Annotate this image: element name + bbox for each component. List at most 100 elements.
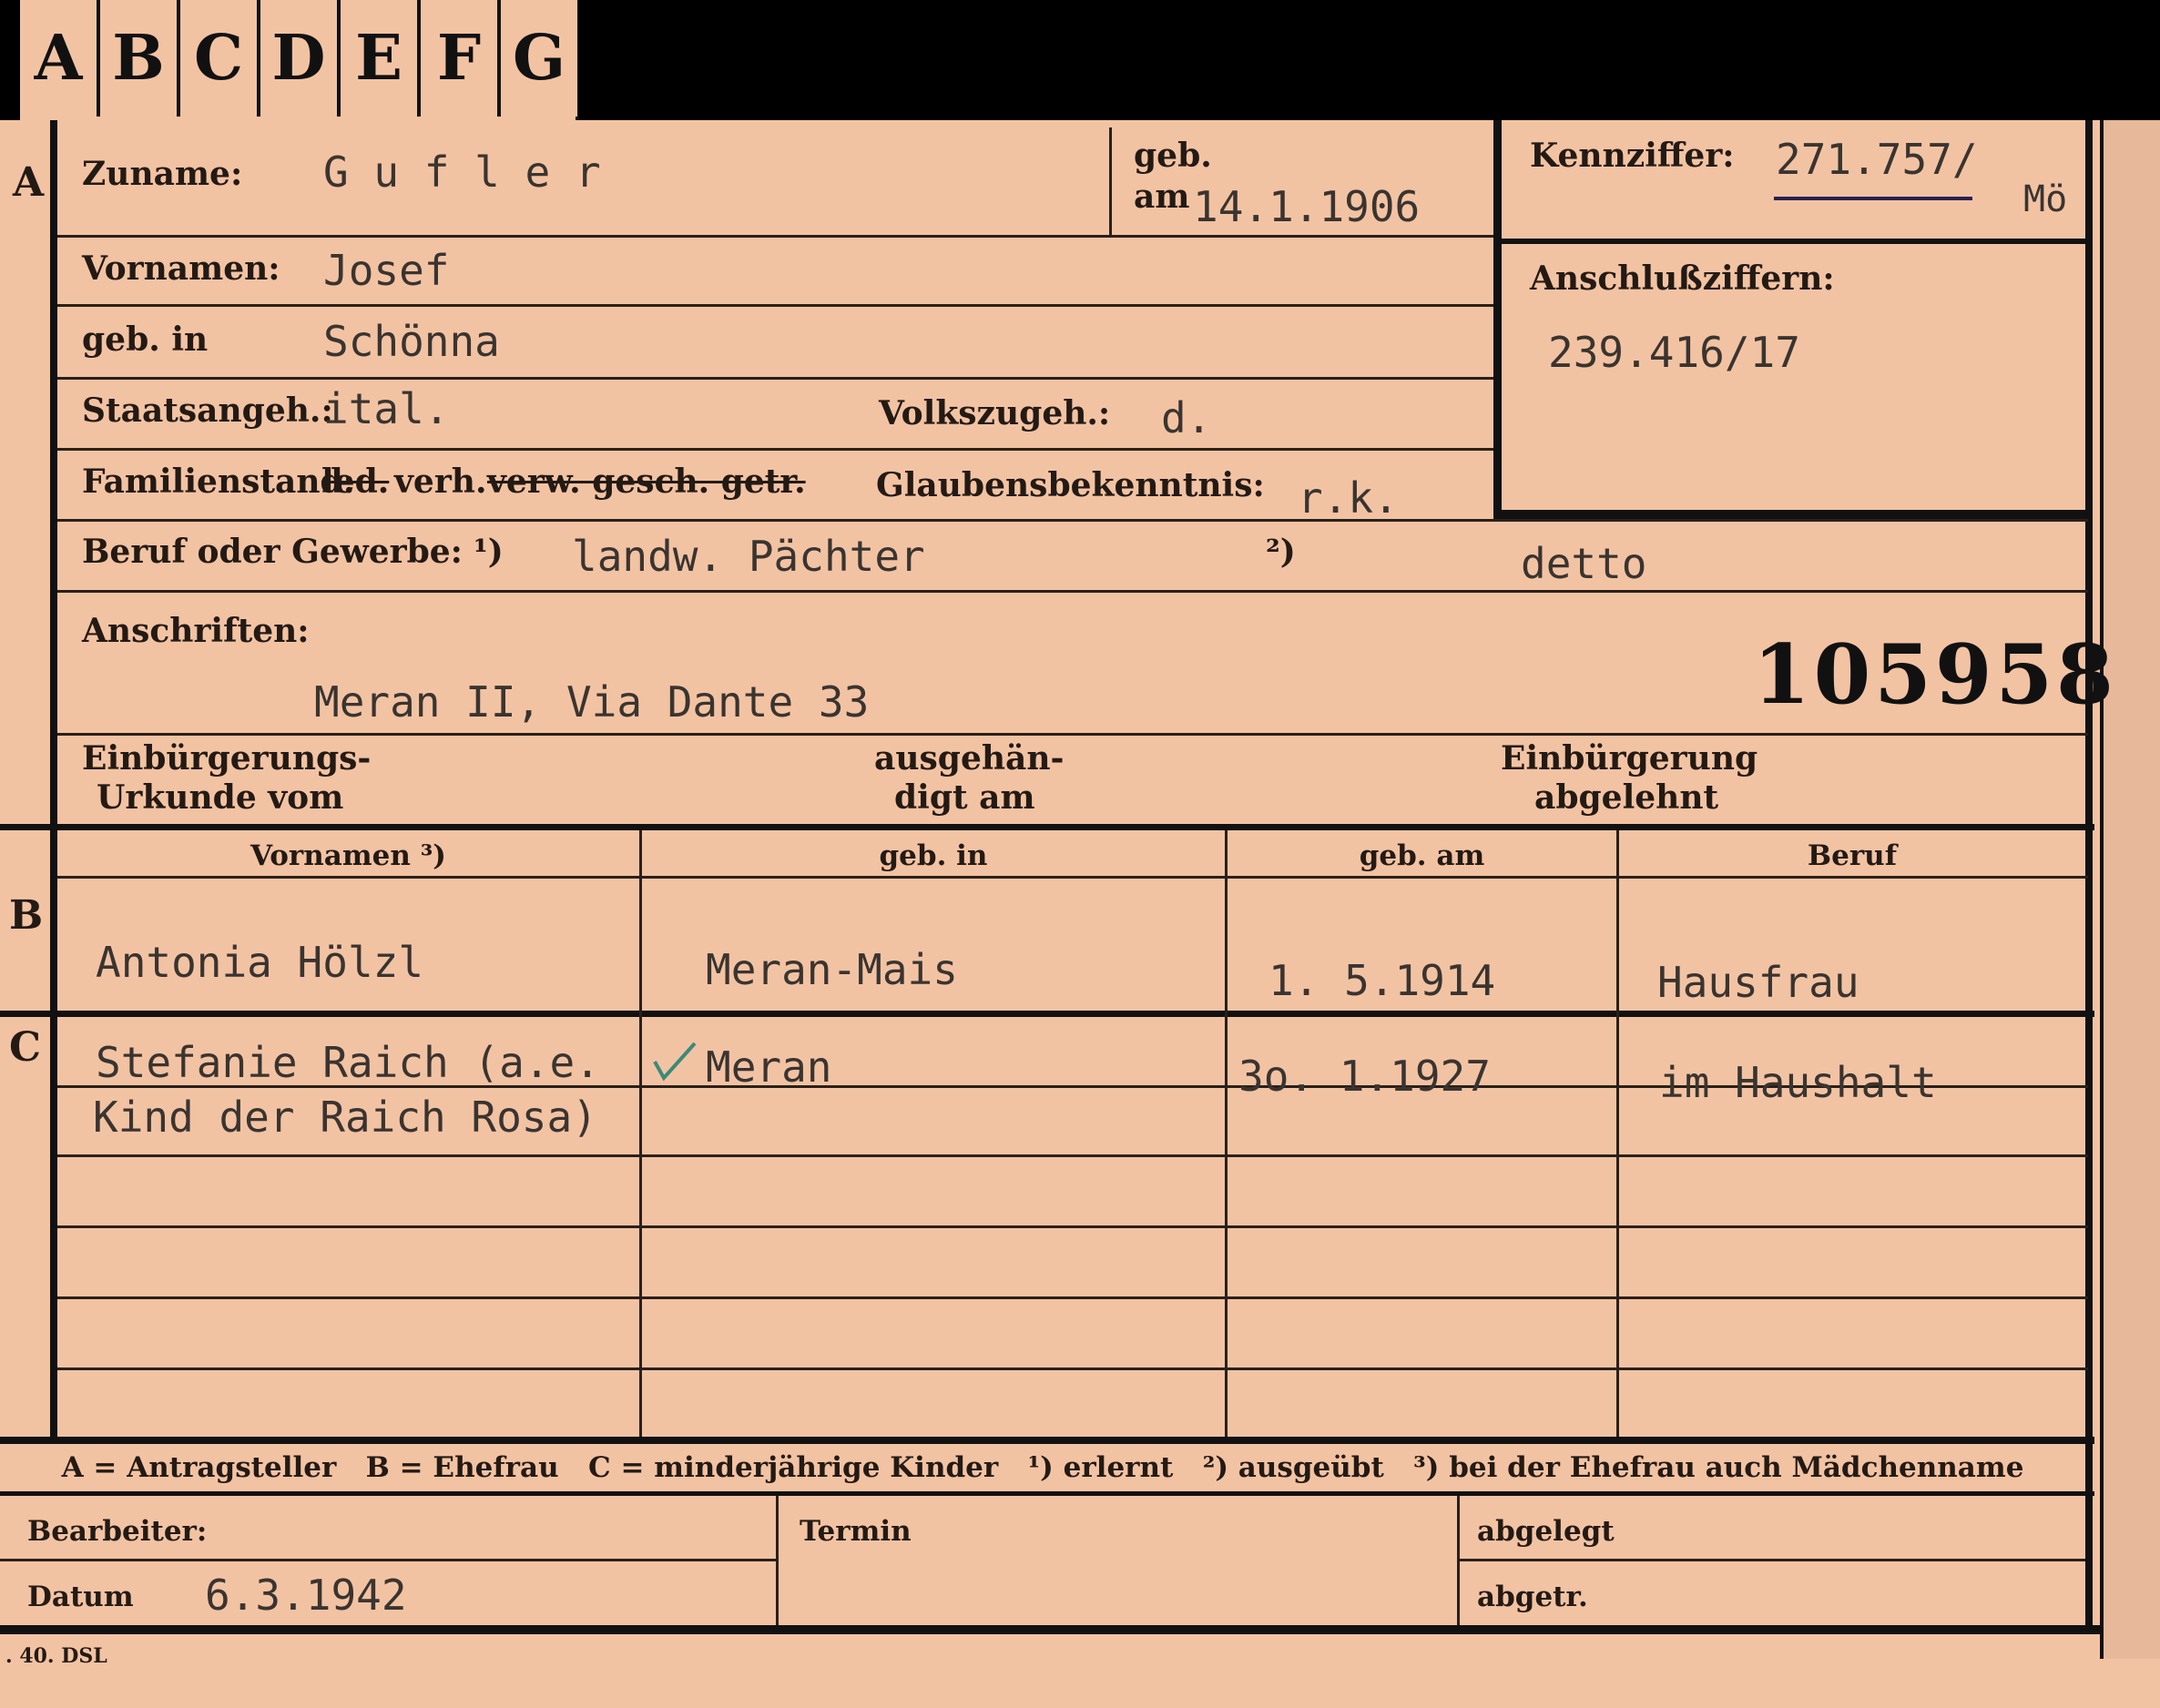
- rule: [639, 830, 642, 1437]
- section-b-bottom: [0, 1011, 2094, 1017]
- kennziffer-underline: [1774, 197, 1972, 200]
- rule: [57, 1225, 2088, 1228]
- spouse-vornamen: Antonia Hölzl: [96, 938, 424, 987]
- rule: [776, 1496, 779, 1625]
- vornamen-value: Josef: [323, 246, 450, 295]
- card-number: 105958: [1753, 626, 2117, 723]
- marker-b: B: [9, 892, 44, 939]
- rule: [57, 733, 2088, 736]
- rule: [57, 876, 2088, 879]
- geb-in-value: Schönna: [323, 317, 500, 366]
- termin-label: Termin: [800, 1515, 912, 1548]
- legend-bottom: [0, 1491, 2094, 1496]
- col-header-beruf: Beruf: [1807, 839, 1898, 872]
- card-right-edge: [2100, 120, 2160, 1659]
- check-mark-icon: [653, 1042, 697, 1082]
- child-beruf: im Haushalt: [1659, 1058, 1937, 1107]
- einb-abgelehnt-line1: Einbürgerung: [1501, 739, 1758, 778]
- volkszugeh-label: Volkszugeh.:: [879, 394, 1111, 432]
- staatsangeh-label: Staatsangeh.:: [82, 391, 333, 430]
- beruf-label: Beruf oder Gewerbe:: [82, 533, 463, 571]
- volkszugeh-value: d.: [1161, 393, 1212, 442]
- geb-in-label: geb. in: [82, 320, 209, 359]
- beruf-mark-1: ¹): [474, 533, 504, 571]
- rule: [57, 519, 2088, 522]
- kennziffer-box-left: [1493, 120, 1502, 521]
- staatsangeh-value: ital.: [323, 384, 450, 433]
- table-bottom: [0, 1437, 2094, 1444]
- marker-c: C: [9, 1024, 42, 1071]
- beruf-value-2: detto: [1521, 539, 1647, 588]
- bearbeiter-label: Bearbeiter:: [27, 1515, 208, 1548]
- print-mark: . 40. DSL: [5, 1644, 107, 1668]
- rule: [57, 1296, 2088, 1299]
- rule: [0, 1559, 776, 1561]
- kennziffer-value: 271.757/: [1776, 135, 1978, 184]
- familienstand-rest: verw. gesch. getr.: [487, 463, 806, 501]
- anschriften-value: Meran II, Via Dante 33: [314, 677, 870, 727]
- rule: [57, 235, 1493, 238]
- familienstand-led: led.: [321, 463, 390, 501]
- child-geb-am: 3o. 1.1927: [1238, 1052, 1491, 1101]
- einb-abgelehnt-line2: abgelehnt: [1534, 778, 1719, 817]
- tab-g: G: [501, 0, 577, 117]
- spouse-beruf: Hausfrau: [1657, 958, 1859, 1007]
- tab-e: E: [341, 0, 421, 117]
- rule: [1457, 1559, 2085, 1561]
- ausgehaendigt-line2: digt am: [894, 778, 1035, 817]
- ausgehaendigt-line1: ausgehän-: [874, 739, 1065, 778]
- geb-label: geb.: [1134, 137, 1212, 175]
- rule: [57, 304, 1493, 307]
- legend: A = Antragsteller B = Ehefrau C = minder…: [61, 1451, 2024, 1484]
- abgelegt-label: abgelegt: [1477, 1515, 1615, 1548]
- vornamen-label: Vornamen:: [82, 249, 280, 288]
- einb-urkunde-line1: Einbürgerungs-: [82, 739, 372, 778]
- am-label: am: [1134, 178, 1190, 216]
- tab-d: D: [260, 0, 341, 117]
- anschriften-label: Anschriften:: [82, 612, 310, 650]
- einb-urkunde-line2: Urkunde vom: [97, 778, 344, 817]
- marker-a: A: [13, 159, 45, 206]
- tab-c: C: [180, 0, 260, 117]
- left-frame: [50, 120, 57, 1440]
- datum-label: Datum: [27, 1581, 134, 1613]
- beruf-value-1: landw. Pächter: [572, 532, 925, 581]
- spouse-geb-am: 1. 5.1914: [1268, 956, 1496, 1005]
- child-vornamen-line1: Stefanie Raich (a.e.: [96, 1038, 600, 1087]
- rule: [1109, 127, 1112, 235]
- anschluss-label: Anschlußziffern:: [1530, 259, 1835, 298]
- child-vornamen-line2: Kind der Raich Rosa): [93, 1093, 597, 1142]
- anschluss-value: 239.416/17: [1548, 328, 1800, 377]
- child-geb-in: Meran: [706, 1042, 832, 1092]
- familienstand-verh: verh.: [394, 463, 487, 501]
- kennziffer-suffix: Mö: [2023, 178, 2068, 220]
- kennziffer-box-bottom: [1493, 510, 2093, 519]
- rule: [57, 590, 2088, 593]
- zuname-value: G u f l e r: [323, 147, 601, 197]
- kennziffer-label: Kennziffer:: [1530, 137, 1735, 175]
- rule: [57, 448, 1493, 451]
- col-header-geb-in: geb. in: [879, 839, 988, 872]
- familienstand-label: Familienstand:: [82, 463, 355, 501]
- rule: [1616, 830, 1619, 1437]
- rule: [57, 377, 1493, 380]
- datum-value: 6.3.1942: [205, 1571, 407, 1620]
- card-bottom: [0, 1625, 2104, 1634]
- beruf-mark-2: ²): [1266, 533, 1296, 571]
- tab-f: F: [421, 0, 501, 117]
- abgetr-label: abgetr.: [1477, 1581, 1588, 1613]
- rule: [57, 1154, 2088, 1157]
- rule: [1225, 830, 1228, 1437]
- glaubens-label: Glaubensbekenntnis:: [876, 466, 1265, 504]
- rule: [57, 1367, 2088, 1370]
- col-header-vornamen: Vornamen ³): [250, 839, 446, 872]
- glaubens-value: r.k.: [1298, 473, 1399, 523]
- zuname-label: Zuname:: [82, 155, 243, 193]
- section-a-bottom: [0, 824, 2094, 830]
- tab-b: B: [100, 0, 180, 117]
- geb-am-value: 14.1.1906: [1193, 182, 1421, 231]
- tab-a: A: [20, 0, 100, 117]
- kennziffer-divider: [1493, 239, 2093, 244]
- spouse-geb-in: Meran-Mais: [706, 945, 958, 994]
- col-header-geb-am: geb. am: [1359, 839, 1485, 872]
